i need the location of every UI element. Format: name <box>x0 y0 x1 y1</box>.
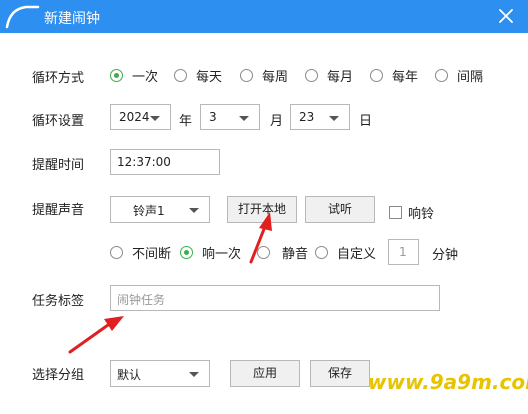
sound-label: 提醒声音 <box>32 203 85 218</box>
month-value: 3 <box>209 110 217 124</box>
apply-button[interactable]: 应用 <box>230 360 300 387</box>
radio-label: 一次 <box>132 69 159 85</box>
radio-ring-custom[interactable]: 自定义 <box>315 244 377 262</box>
radio-cycle-monthly[interactable]: 每月 <box>305 67 354 85</box>
remind-time-input[interactable]: 12:37:00 <box>110 149 220 175</box>
day-select[interactable]: 23 <box>290 104 350 130</box>
chevron-down-icon <box>239 116 249 121</box>
ringtone-select[interactable]: 铃声1 <box>110 196 210 223</box>
ringtone-value: 铃声1 <box>133 204 165 218</box>
cycle-mode-label: 循环方式 <box>32 71 85 86</box>
task-tag-input[interactable]: 闹钟任务 <box>110 285 440 311</box>
radio-dot <box>240 68 253 82</box>
day-unit: 日 <box>359 114 373 129</box>
remind-time-label: 提醒时间 <box>32 158 85 173</box>
radio-ring-mute[interactable]: 静音 <box>257 244 309 262</box>
window-title: 新建闹钟 <box>44 11 100 27</box>
preview-button[interactable]: 试听 <box>305 196 375 223</box>
radio-label: 每周 <box>262 69 289 85</box>
cycle-setting-label: 循环设置 <box>32 114 85 129</box>
group-value: 默认 <box>117 368 142 382</box>
radio-cycle-interval[interactable]: 间隔 <box>435 67 484 85</box>
radio-label: 每年 <box>392 69 419 85</box>
radio-label: 不间断 <box>132 246 172 262</box>
month-select[interactable]: 3 <box>200 104 260 130</box>
year-value: 2024 <box>119 110 150 124</box>
watermark: www.9a9m.com <box>368 370 528 394</box>
radio-label: 自定义 <box>337 246 377 262</box>
radio-cycle-once[interactable]: 一次 <box>110 67 159 85</box>
group-label: 选择分组 <box>32 368 85 383</box>
open-local-button[interactable]: 打开本地 <box>227 196 297 223</box>
checkbox-label: 响铃 <box>408 207 435 222</box>
checkbox-box <box>389 206 402 219</box>
chevron-down-icon <box>189 372 199 377</box>
month-unit: 月 <box>270 114 284 129</box>
chevron-down-icon <box>150 116 160 121</box>
task-tag-label: 任务标签 <box>32 294 85 309</box>
radio-dot <box>305 68 318 82</box>
radio-dot <box>180 245 193 259</box>
radio-dot <box>174 68 187 82</box>
radio-ring-continuous[interactable]: 不间断 <box>110 244 172 262</box>
radio-cycle-daily[interactable]: 每天 <box>174 67 223 85</box>
radio-dot <box>257 245 270 259</box>
radio-dot <box>110 245 123 259</box>
chevron-down-icon <box>189 208 199 213</box>
radio-dot <box>110 68 123 82</box>
close-icon[interactable] <box>496 6 516 26</box>
radio-cycle-yearly[interactable]: 每年 <box>370 67 419 85</box>
radio-cycle-weekly[interactable]: 每周 <box>240 67 289 85</box>
custom-minutes-input[interactable]: 1 <box>388 239 419 265</box>
radio-dot <box>435 68 448 82</box>
radio-label: 响一次 <box>202 246 242 262</box>
save-button[interactable]: 保存 <box>310 360 370 387</box>
title-bar: 新建闹钟 <box>0 0 528 33</box>
annotation-arrow-task-tag <box>68 316 124 354</box>
radio-dot <box>315 245 328 259</box>
year-unit: 年 <box>179 114 193 129</box>
ring-checkbox[interactable]: 响铃 <box>389 203 434 222</box>
radio-label: 每月 <box>327 69 354 85</box>
radio-ring-once[interactable]: 响一次 <box>180 244 242 262</box>
day-value: 23 <box>299 110 315 124</box>
radio-label: 静音 <box>282 246 309 262</box>
minutes-unit: 分钟 <box>432 248 459 263</box>
year-select[interactable]: 2024 <box>110 104 171 130</box>
radio-label: 间隔 <box>457 69 484 85</box>
app-logo-icon <box>5 5 40 29</box>
chevron-down-icon <box>329 116 339 121</box>
group-select[interactable]: 默认 <box>110 360 210 387</box>
radio-dot <box>370 68 383 82</box>
radio-label: 每天 <box>196 69 223 85</box>
